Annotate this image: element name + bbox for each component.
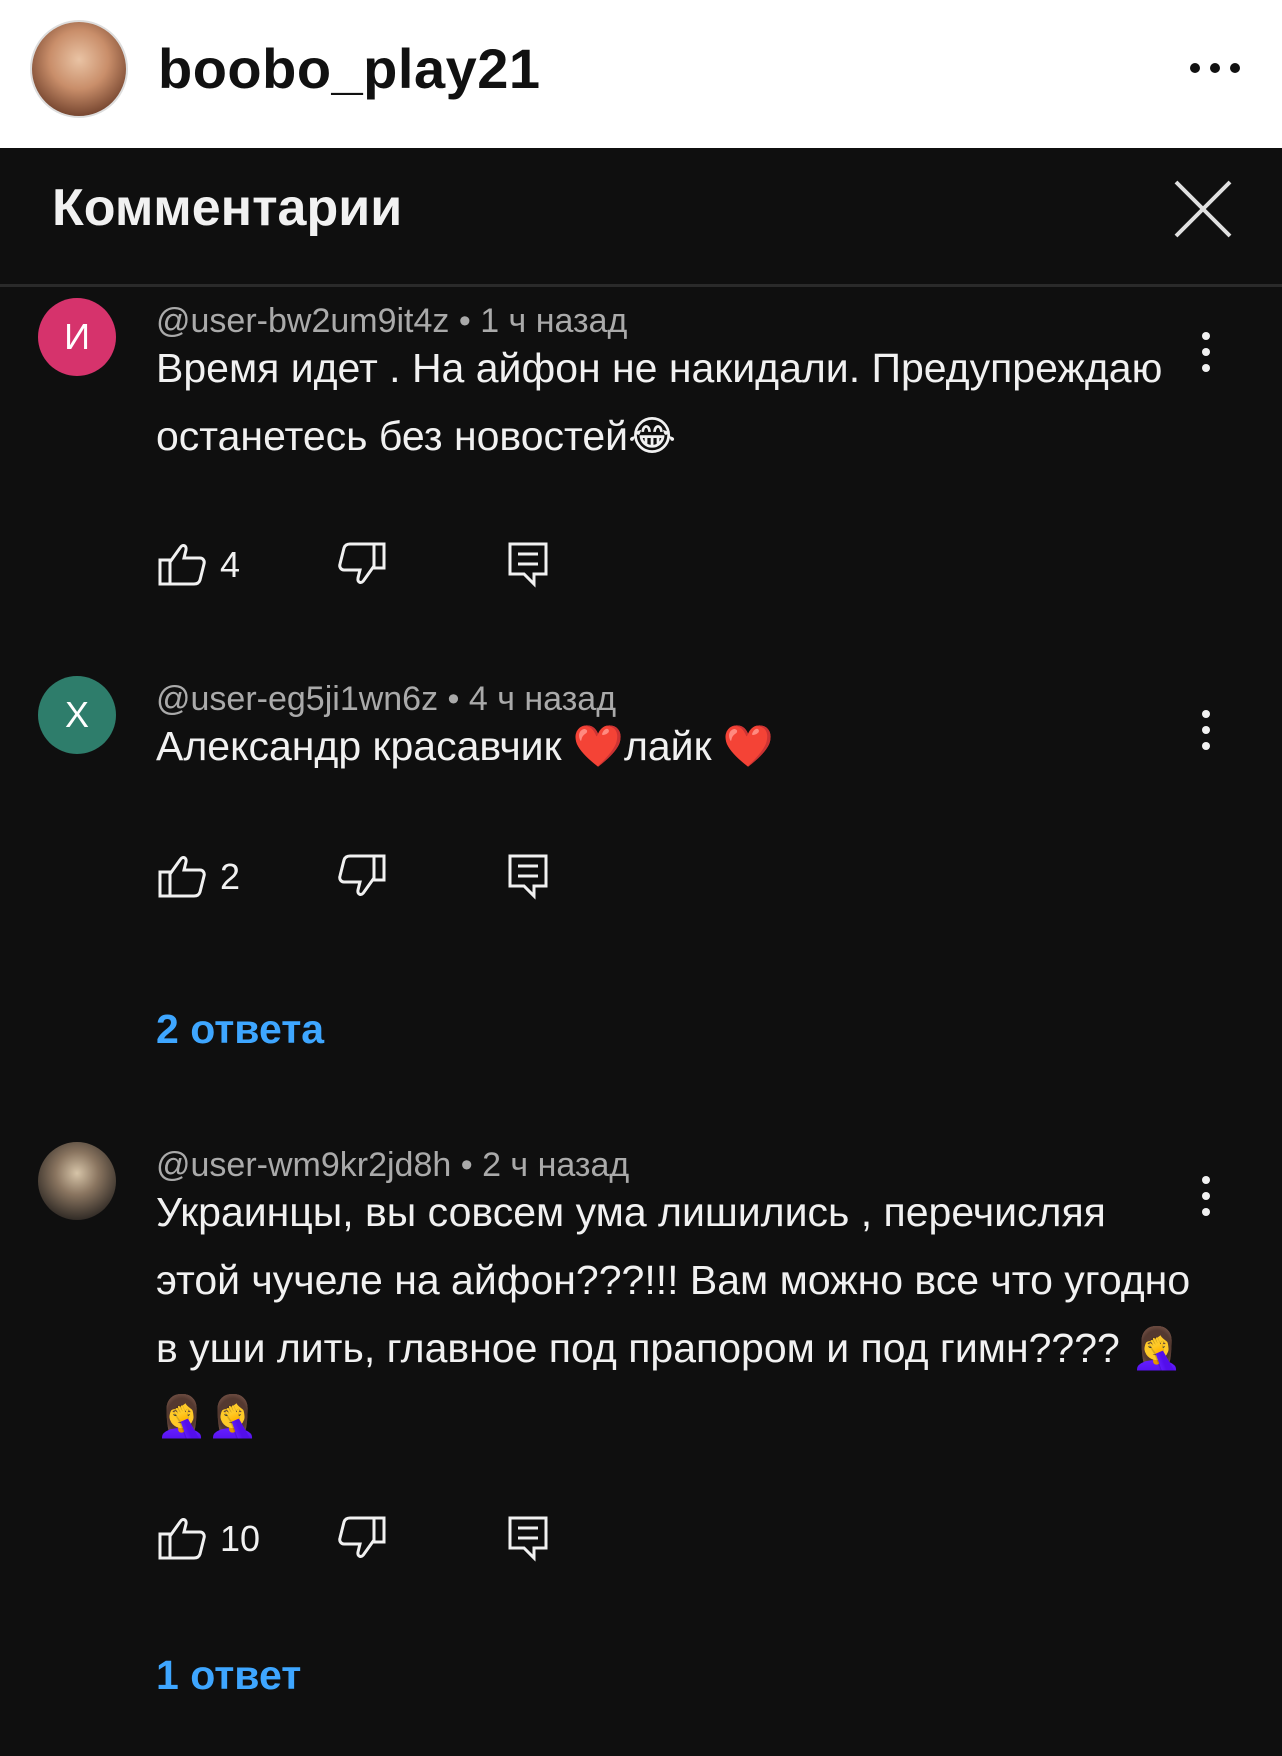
kebab-menu-icon[interactable]	[1186, 700, 1226, 760]
reply-icon[interactable]	[506, 1514, 550, 1562]
comment-avatar[interactable]: И	[38, 298, 116, 376]
close-icon[interactable]	[1168, 174, 1238, 244]
replies-link[interactable]: 1 ответ	[156, 1652, 301, 1699]
thumbs-up-icon[interactable]	[156, 850, 208, 902]
comment-text: Александр красавчик ❤️лайк ❤️	[156, 723, 774, 769]
thumbs-down-icon[interactable]	[336, 1512, 388, 1564]
thumbs-down-icon[interactable]	[336, 850, 388, 902]
comments-panel: Комментарии И @user-bw2um9it4z • 1 ч наз…	[0, 148, 1282, 1756]
more-horizontal-icon[interactable]	[1185, 38, 1245, 98]
replies-link[interactable]: 2 ответа	[156, 1006, 324, 1053]
thumbs-down-icon[interactable]	[336, 538, 388, 590]
like-count: 4	[220, 544, 241, 585]
comment-actions: 2	[156, 850, 656, 910]
comment-actions: 4	[156, 538, 656, 598]
kebab-menu-icon[interactable]	[1186, 322, 1226, 382]
instagram-header: boobo_play21	[0, 0, 1282, 148]
comment-avatar[interactable]: Х	[38, 676, 116, 754]
like-count: 10	[220, 1518, 261, 1559]
profile-username[interactable]: boobo_play21	[158, 36, 541, 101]
profile-avatar[interactable]	[30, 20, 128, 118]
reply-icon[interactable]	[506, 852, 550, 900]
avatar-letter: Х	[64, 694, 89, 735]
thumbs-up-icon[interactable]	[156, 1512, 208, 1564]
thumbs-up-icon[interactable]	[156, 538, 208, 590]
panel-title: Комментарии	[52, 179, 403, 237]
panel-divider	[0, 284, 1282, 287]
reply-icon[interactable]	[506, 540, 550, 588]
like-count: 2	[220, 856, 241, 897]
kebab-menu-icon[interactable]	[1186, 1166, 1226, 1226]
comment-text: Украинцы, вы совсем ума лишились , переч…	[156, 1189, 1191, 1439]
avatar-letter: И	[64, 316, 90, 357]
comment-text: Время идет . На айфон не накидали. Преду…	[156, 345, 1163, 459]
comment-avatar[interactable]	[38, 1142, 116, 1220]
comment-actions: 10	[156, 1512, 656, 1572]
